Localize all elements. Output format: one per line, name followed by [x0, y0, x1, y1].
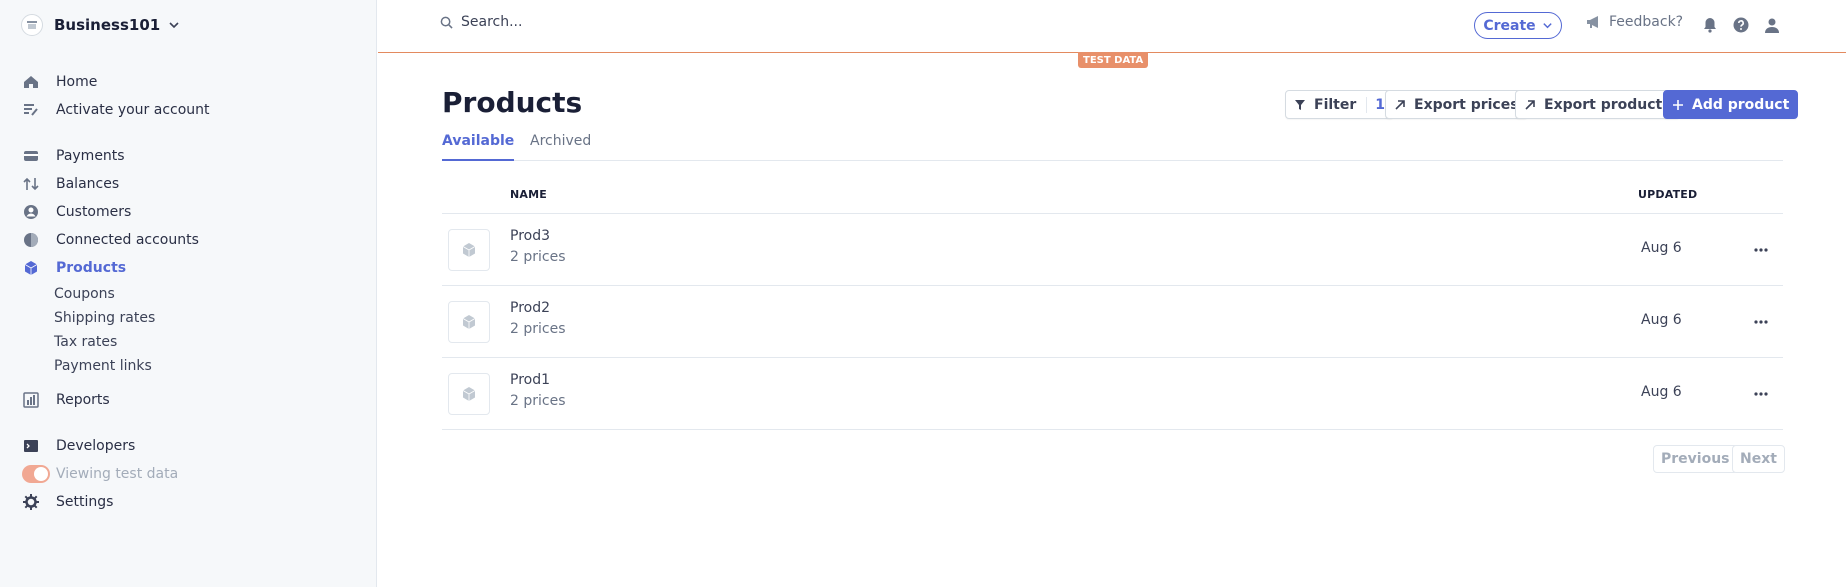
more-actions-icon[interactable] [1749, 382, 1773, 406]
sidebar-item-connected-accounts[interactable]: Connected accounts [22, 228, 199, 252]
export-products-label: Export products [1544, 96, 1671, 113]
bell-icon[interactable] [1701, 16, 1719, 34]
test-data-label: Viewing test data [56, 466, 179, 482]
sidebar-item-settings[interactable]: Settings [22, 490, 113, 514]
user-circle-icon [22, 203, 40, 221]
filter-button[interactable]: Filter 1 [1285, 90, 1395, 119]
export-prices-label: Export prices [1414, 96, 1519, 113]
search-icon [440, 16, 453, 29]
sidebar-item-label: Connected accounts [56, 232, 199, 248]
terminal-icon [22, 437, 40, 455]
product-prices: 2 prices [510, 249, 566, 265]
sidebar-item-label: Settings [56, 494, 114, 510]
previous-page-button[interactable]: Previous [1653, 445, 1738, 473]
create-label: Create [1483, 17, 1536, 34]
sidebar-item-products[interactable]: Products [22, 256, 126, 280]
plus-icon [1673, 99, 1683, 110]
sidebar-item-home[interactable]: Home [22, 70, 97, 94]
tab-bar: Available Archived [442, 133, 1783, 161]
sidebar-item-developers[interactable]: Developers [22, 434, 135, 458]
filter-icon [1295, 99, 1305, 110]
table-row[interactable]: Prod2 2 prices Aug 6 [442, 286, 1783, 358]
sidebar-item-label: Balances [56, 176, 120, 192]
sidebar-item-label: Activate your account [56, 102, 210, 118]
transfer-arrows-icon [22, 175, 40, 193]
arrow-up-right-icon [1395, 99, 1405, 110]
home-icon [22, 73, 40, 91]
sidebar-subitem-payment-links[interactable]: Payment links [54, 356, 152, 376]
page-title: Products [442, 86, 583, 119]
table-header: NAME UPDATED [442, 180, 1783, 214]
sidebar-item-label: Payments [56, 148, 125, 164]
more-actions-icon[interactable] [1749, 238, 1773, 262]
tab-archived[interactable]: Archived [530, 133, 591, 161]
sidebar-item-label: Developers [56, 438, 136, 454]
sidebar-subitem-shipping-rates[interactable]: Shipping rates [54, 308, 155, 328]
product-placeholder-icon [448, 229, 490, 271]
test-data-badge: TEST DATA [1078, 52, 1149, 68]
chevron-down-icon [1542, 23, 1552, 29]
gear-icon [22, 493, 40, 511]
product-name[interactable]: Prod2 [510, 300, 550, 316]
sidebar-item-customers[interactable]: Customers [22, 200, 131, 224]
sidebar-item-activate[interactable]: Activate your account [22, 98, 210, 122]
add-product-button[interactable]: Add product [1663, 90, 1799, 119]
sidebar-item-balances[interactable]: Balances [22, 172, 119, 196]
more-actions-icon[interactable] [1749, 310, 1773, 334]
account-name: Business101 [54, 16, 161, 34]
megaphone-icon [1587, 16, 1598, 28]
export-prices-button[interactable]: Export prices [1385, 90, 1528, 119]
test-data-toggle[interactable]: Viewing test data [22, 462, 178, 486]
card-icon [22, 147, 40, 165]
sidebar-item-reports[interactable]: Reports [22, 388, 110, 412]
cube-icon [22, 259, 40, 277]
checklist-icon [22, 101, 40, 119]
globe-icon [22, 231, 40, 249]
feedback-label: Feedback? [1609, 14, 1684, 30]
search-input[interactable]: Search... [440, 14, 522, 30]
store-icon [21, 14, 43, 36]
filter-label: Filter [1314, 96, 1357, 113]
table-row[interactable]: Prod3 2 prices Aug 6 [442, 214, 1783, 286]
sidebar-item-label: Home [56, 74, 98, 90]
sidebar-subitem-tax-rates[interactable]: Tax rates [54, 332, 117, 352]
chevron-down-icon [169, 22, 179, 29]
product-name[interactable]: Prod3 [510, 228, 550, 244]
column-header-name[interactable]: NAME [510, 188, 547, 201]
product-updated: Aug 6 [1641, 384, 1682, 400]
sidebar-item-payments[interactable]: Payments [22, 144, 125, 168]
user-icon[interactable] [1763, 16, 1781, 34]
create-button[interactable]: Create [1474, 12, 1562, 39]
sidebar-item-label: Customers [56, 204, 132, 220]
product-prices: 2 prices [510, 393, 566, 409]
feedback-button[interactable]: Feedback? [1586, 14, 1683, 30]
arrow-up-right-icon [1525, 99, 1535, 110]
product-updated: Aug 6 [1641, 312, 1682, 328]
top-bar: Search... Create Feedback? [378, 0, 1846, 53]
next-page-button[interactable]: Next [1732, 445, 1785, 473]
toggle-switch[interactable] [22, 465, 50, 483]
search-placeholder: Search... [461, 14, 523, 30]
sidebar: Business101 Home Activate your account P… [0, 0, 377, 587]
product-prices: 2 prices [510, 321, 566, 337]
tab-available[interactable]: Available [442, 133, 515, 161]
add-product-label: Add product [1692, 96, 1790, 113]
account-switcher[interactable]: Business101 [21, 13, 180, 37]
product-updated: Aug 6 [1641, 240, 1682, 256]
products-table: NAME UPDATED Prod3 2 prices Aug 6 Prod2 … [442, 180, 1783, 430]
bar-chart-icon [22, 391, 40, 409]
sidebar-item-label: Reports [56, 392, 110, 408]
product-placeholder-icon [448, 301, 490, 343]
product-name[interactable]: Prod1 [510, 372, 550, 388]
sidebar-item-label: Products [56, 260, 127, 276]
column-header-updated[interactable]: UPDATED [1638, 188, 1697, 201]
help-icon[interactable] [1732, 16, 1750, 34]
table-row[interactable]: Prod1 2 prices Aug 6 [442, 358, 1783, 430]
sidebar-subitem-coupons[interactable]: Coupons [54, 284, 115, 304]
product-placeholder-icon [448, 373, 490, 415]
filter-count-badge: 1 [1366, 96, 1385, 113]
export-products-button[interactable]: Export products [1515, 90, 1680, 119]
